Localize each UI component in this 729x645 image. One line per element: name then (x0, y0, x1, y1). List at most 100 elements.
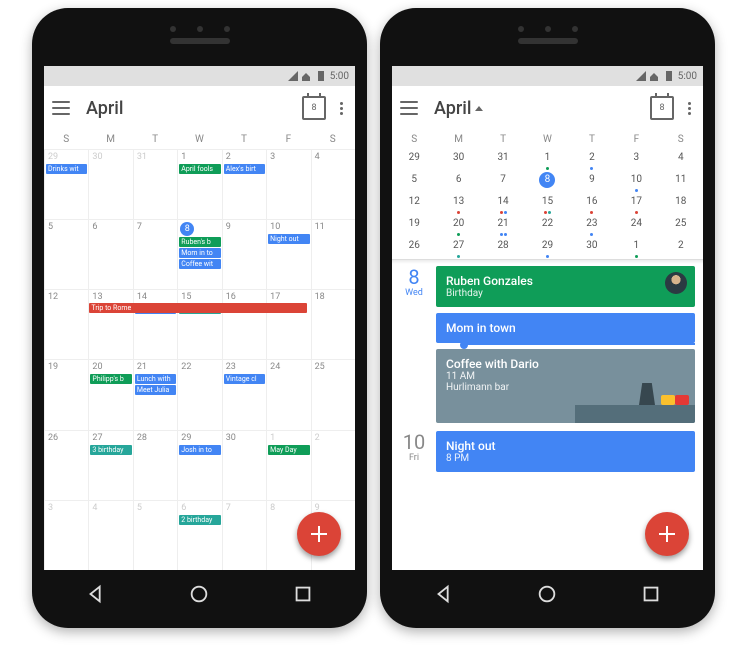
mini-day-cell[interactable]: 7 (481, 171, 525, 193)
day-cell[interactable]: 29Drinks wit (44, 149, 88, 219)
event-chip[interactable]: Coffee wit (179, 259, 220, 269)
day-cell[interactable]: 30 (222, 430, 266, 500)
day-cell[interactable]: 7 (222, 500, 266, 570)
day-cell[interactable]: 1May Day (266, 430, 310, 500)
event-card[interactable]: Mom in town (436, 313, 695, 343)
mini-day-cell[interactable]: 24 (614, 215, 658, 237)
day-cell[interactable]: 5 (133, 500, 177, 570)
day-cell[interactable]: 28 (133, 430, 177, 500)
day-cell[interactable]: 19 (44, 359, 88, 429)
event-chip[interactable]: Night out (268, 234, 309, 244)
event-chip[interactable]: 3 birthday (90, 445, 131, 455)
mini-day-cell[interactable]: 4 (659, 149, 703, 171)
mini-day-cell[interactable]: 28 (481, 237, 525, 259)
mini-day-cell[interactable]: 25 (659, 215, 703, 237)
mini-day-cell[interactable]: 21 (481, 215, 525, 237)
day-cell[interactable]: 11 (311, 219, 355, 289)
day-cell[interactable]: 4 (311, 149, 355, 219)
nav-home-icon[interactable] (536, 583, 558, 605)
event-card[interactable]: Night out8 PM (436, 431, 695, 472)
overflow-icon[interactable] (336, 98, 347, 119)
event-chip[interactable]: Philipp's b (90, 374, 131, 384)
add-event-fab[interactable] (297, 512, 341, 556)
day-cell[interactable]: 13Trip to Rome (88, 289, 132, 359)
event-chip[interactable]: April fools (179, 164, 220, 174)
event-chip[interactable]: Alex's birt (224, 164, 265, 174)
menu-icon[interactable] (52, 101, 70, 115)
mini-day-cell[interactable]: 20 (436, 215, 480, 237)
event-chip[interactable]: Meet Julia (135, 385, 176, 395)
mini-day-cell[interactable]: 30 (436, 149, 480, 171)
event-card[interactable]: Ruben GonzalesBirthday (436, 266, 695, 307)
event-chip[interactable]: Mom in to (179, 248, 220, 258)
mini-day-cell[interactable]: 31 (481, 149, 525, 171)
day-cell[interactable]: 21Lunch withMeet Julia (133, 359, 177, 429)
nav-recent-icon[interactable] (292, 583, 314, 605)
day-cell[interactable]: 30 (88, 149, 132, 219)
month-picker[interactable]: April (434, 98, 640, 119)
day-cell[interactable]: 62 birthday (177, 500, 221, 570)
nav-back-icon[interactable] (433, 583, 455, 605)
add-event-fab[interactable] (645, 512, 689, 556)
mini-day-cell[interactable]: 29 (525, 237, 569, 259)
event-chip[interactable]: 2 birthday (179, 515, 220, 525)
day-cell[interactable]: 25 (311, 359, 355, 429)
month-grid[interactable]: 29Drinks wit30311April fools2Alex's birt… (44, 149, 355, 570)
mini-day-cell[interactable]: 17 (614, 193, 658, 215)
mini-day-cell[interactable]: 29 (392, 149, 436, 171)
mini-day-cell[interactable]: 23 (570, 215, 614, 237)
mini-day-cell[interactable]: 18 (659, 193, 703, 215)
mini-day-cell[interactable]: 12 (392, 193, 436, 215)
day-cell[interactable]: 22 (177, 359, 221, 429)
menu-icon[interactable] (400, 101, 418, 115)
mini-day-cell[interactable]: 3 (614, 149, 658, 171)
mini-day-cell[interactable]: 6 (436, 171, 480, 193)
mini-day-cell[interactable]: 1 (525, 149, 569, 171)
nav-recent-icon[interactable] (640, 583, 662, 605)
mini-day-cell[interactable]: 30 (570, 237, 614, 259)
event-chip[interactable]: Vintage cl (224, 374, 265, 384)
mini-day-cell[interactable]: 27 (436, 237, 480, 259)
mini-day-cell[interactable]: 10 (614, 171, 658, 193)
mini-day-cell[interactable]: 26 (392, 237, 436, 259)
day-cell[interactable]: 7 (133, 219, 177, 289)
day-cell[interactable]: 29Josh in to (177, 430, 221, 500)
event-chip[interactable]: Trip to Rome (89, 303, 306, 313)
day-cell[interactable]: 4 (88, 500, 132, 570)
event-chip[interactable]: Ruben's b (179, 237, 220, 247)
day-cell[interactable]: 10Night out (266, 219, 310, 289)
event-chip[interactable]: Josh in to (179, 445, 220, 455)
mini-day-cell[interactable]: 8 (525, 171, 569, 193)
nav-back-icon[interactable] (85, 583, 107, 605)
day-cell[interactable]: 18 (311, 289, 355, 359)
mini-day-cell[interactable]: 2 (570, 149, 614, 171)
day-cell[interactable]: 1April fools (177, 149, 221, 219)
event-card[interactable]: Coffee with Dario11 AM Hurlimann bar (436, 349, 695, 423)
agenda-list[interactable]: 8WedRuben GonzalesBirthdayMom in townCof… (392, 259, 703, 480)
mini-day-cell[interactable]: 19 (392, 215, 436, 237)
day-cell[interactable]: 14Kara's vet (133, 289, 177, 359)
overflow-icon[interactable] (684, 98, 695, 119)
day-cell[interactable]: 6 (88, 219, 132, 289)
mini-day-cell[interactable]: 22 (525, 215, 569, 237)
day-cell[interactable]: 23Vintage cl (222, 359, 266, 429)
day-cell[interactable]: 26 (44, 430, 88, 500)
mini-day-cell[interactable]: 14 (481, 193, 525, 215)
day-cell[interactable]: 12 (44, 289, 88, 359)
mini-day-cell[interactable]: 5 (392, 171, 436, 193)
day-cell[interactable]: 3 (266, 149, 310, 219)
mini-day-cell[interactable]: 9 (570, 171, 614, 193)
mini-day-cell[interactable]: 1 (614, 237, 658, 259)
day-cell[interactable]: 17 (266, 289, 310, 359)
day-cell[interactable]: 24 (266, 359, 310, 429)
day-cell[interactable]: 2Alex's birt (222, 149, 266, 219)
mini-day-cell[interactable]: 2 (659, 237, 703, 259)
day-cell[interactable]: 152 birthday (177, 289, 221, 359)
day-cell[interactable]: 31 (133, 149, 177, 219)
mini-day-cell[interactable]: 11 (659, 171, 703, 193)
today-icon[interactable]: 8 (302, 96, 326, 120)
nav-home-icon[interactable] (188, 583, 210, 605)
day-cell[interactable]: 3 (44, 500, 88, 570)
event-chip[interactable]: Drinks wit (46, 164, 87, 174)
page-title[interactable]: April (86, 98, 123, 119)
